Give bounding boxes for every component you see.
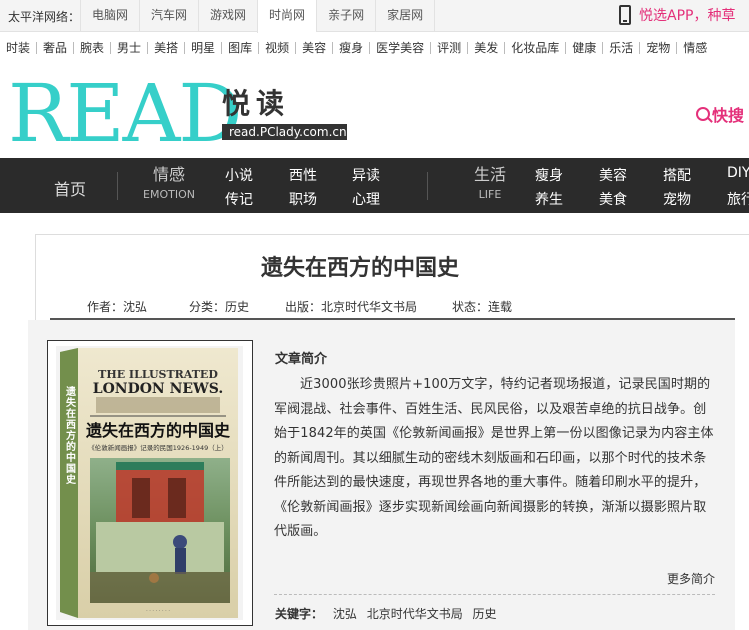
nav-link-biography[interactable]: 传记 [225, 189, 253, 209]
app-promo-text: 悦选APP，种草 [639, 8, 736, 24]
nav-life-subtitle: LIFE [478, 188, 502, 201]
nav-link-food[interactable]: 美食 [599, 189, 627, 209]
channel-separator [221, 42, 223, 54]
nav-link-xixing[interactable]: 西性 [289, 165, 317, 185]
channel-separator [639, 42, 641, 54]
nav-link-diy[interactable]: DIY [727, 165, 749, 181]
channel-separator [110, 42, 112, 54]
svg-text:· · · · · · · ·: · · · · · · · · [146, 608, 170, 614]
more-intro-link[interactable]: 更多简介 [667, 570, 715, 587]
nav-link-pets[interactable]: 宠物 [663, 189, 691, 209]
nav-life-title: 生活 [473, 165, 506, 184]
channel-separator [332, 42, 334, 54]
channel-separator [147, 42, 149, 54]
nav-link-travel[interactable]: 旅行 [727, 189, 749, 209]
channel-separator [369, 42, 371, 54]
book-category: 分类：历史 [189, 300, 250, 314]
keywords-label: 关键字： [275, 607, 324, 621]
main-nav: 首页 情感 EMOTION 小说 西性 异读 传记 职场 心理 生活 LIFE … [0, 158, 749, 213]
channel-link[interactable]: 腕表 [80, 40, 104, 58]
channel-separator [430, 42, 432, 54]
book-status: 状态：连载 [452, 300, 513, 314]
cover-cn-sub: 《伦敦新闻画报》记录的民国1926-1949（上） [88, 443, 227, 452]
nav-divider [117, 172, 118, 200]
channel-link[interactable]: 宠物 [646, 40, 670, 58]
nav-category-emotion[interactable]: 情感 EMOTION [140, 166, 198, 202]
channel-link[interactable]: 视频 [265, 40, 289, 58]
read-logo[interactable]: READ [8, 74, 243, 154]
channel-link[interactable]: 男士 [117, 40, 141, 58]
network-brand: 太平洋网络： [8, 10, 81, 24]
nav-category-life[interactable]: 生活 LIFE [468, 166, 512, 202]
channel-link[interactable]: 美容 [302, 40, 326, 58]
book-title: 遗失在西方的中国史 [260, 256, 459, 281]
channel-separator [565, 42, 567, 54]
channel-link[interactable]: 乐活 [609, 40, 633, 58]
site-link-game[interactable]: 游戏网 [198, 0, 257, 32]
channel-link[interactable]: 图库 [228, 40, 252, 58]
site-link-baby[interactable]: 亲子网 [316, 0, 375, 32]
channel-separator [258, 42, 260, 54]
nav-link-yidu[interactable]: 异读 [352, 165, 380, 185]
book-cover-image[interactable]: 遗失在西方的中国史 THE ILLUSTRATED LONDON NEWS. 遗… [56, 346, 243, 620]
app-promo-link[interactable]: 悦选APP，种草 [619, 5, 735, 25]
cover-line2: LONDON NEWS. [93, 381, 224, 397]
channel-separator [184, 42, 186, 54]
channel-link[interactable]: 健康 [572, 40, 596, 58]
channel-link[interactable]: 化妆品库 [511, 40, 559, 58]
nav-link-novel[interactable]: 小说 [225, 165, 253, 185]
intro-text: 近3000张珍贵照片+100万文字，特约记者现场报道，记录民国时期的军阀混战、社… [274, 377, 714, 539]
nav-emotion-subtitle: EMOTION [143, 188, 195, 201]
nav-link-workplace[interactable]: 职场 [289, 189, 317, 209]
nav-link-beauty[interactable]: 美容 [599, 165, 627, 185]
quick-search-label: 快搜 [712, 106, 745, 125]
book-publisher: 出版：北京时代华文书局 [285, 300, 418, 314]
cover-line1: THE ILLUSTRATED [98, 368, 218, 381]
site-link-home[interactable]: 家居网 [375, 0, 436, 32]
site-link-pc[interactable]: 电脑网 [80, 0, 139, 32]
phone-icon [619, 5, 631, 25]
channel-separator [676, 42, 678, 54]
channel-separator [36, 42, 38, 54]
channel-separator [295, 42, 297, 54]
channel-link[interactable]: 美搭 [154, 40, 178, 58]
network-bar: 太平洋网络： 电脑网 汽车网 游戏网 时尚网 亲子网 家居网 悦选APP，种草 [0, 0, 749, 33]
channel-link[interactable]: 美发 [474, 40, 498, 58]
channel-link[interactable]: 医学美容 [376, 40, 424, 58]
channel-bar: 时装 奢品 腕表 男士 美搭 明星 图库 视频 美容 瘦身 医学美容 评测 美发 化妆品库 健康 乐活 宠物 情感 [0, 40, 749, 58]
book-author: 作者：沈弘 [87, 300, 148, 314]
logo-url[interactable]: read.PClady.com.cn [222, 124, 347, 140]
cover-cn-title: 遗失在西方的中国史 [85, 421, 231, 440]
site-link-auto[interactable]: 汽车网 [139, 0, 198, 32]
nav-emotion-title: 情感 [152, 165, 185, 184]
keyword-link[interactable]: 北京时代华文书局 [367, 607, 463, 621]
quick-search-link[interactable]: 快搜 [696, 102, 744, 126]
channel-link[interactable]: 时装 [6, 40, 30, 58]
intro-heading: 文章简介 [275, 352, 328, 367]
keyword-link[interactable]: 历史 [473, 607, 497, 621]
nav-link-health[interactable]: 养生 [535, 189, 563, 209]
channel-separator [602, 42, 604, 54]
site-link-fashion[interactable]: 时尚网 [257, 0, 317, 33]
channel-link[interactable]: 评测 [437, 40, 461, 58]
channel-link[interactable]: 瘦身 [339, 40, 363, 58]
channel-link[interactable]: 情感 [683, 40, 707, 58]
logo-cn-title: 悦读 [222, 87, 291, 120]
nav-link-psychology[interactable]: 心理 [352, 189, 380, 209]
channel-link[interactable]: 奢品 [43, 40, 67, 58]
network-sites: 电脑网 汽车网 游戏网 时尚网 亲子网 家居网 [80, 0, 436, 33]
nav-link-outfit[interactable]: 搭配 [663, 165, 691, 185]
keywords-divider [274, 594, 715, 595]
channel-link[interactable]: 明星 [191, 40, 215, 58]
nav-divider [427, 172, 428, 200]
channel-separator [467, 42, 469, 54]
keyword-link[interactable]: 沈弘 [333, 607, 357, 621]
nav-home[interactable]: 首页 [54, 176, 86, 200]
keywords-row: 关键字： 沈弘 北京时代华文书局 历史 [275, 605, 497, 622]
channel-separator [504, 42, 506, 54]
channel-separator [73, 42, 75, 54]
search-icon [696, 107, 710, 121]
nav-link-slim[interactable]: 瘦身 [535, 165, 563, 185]
